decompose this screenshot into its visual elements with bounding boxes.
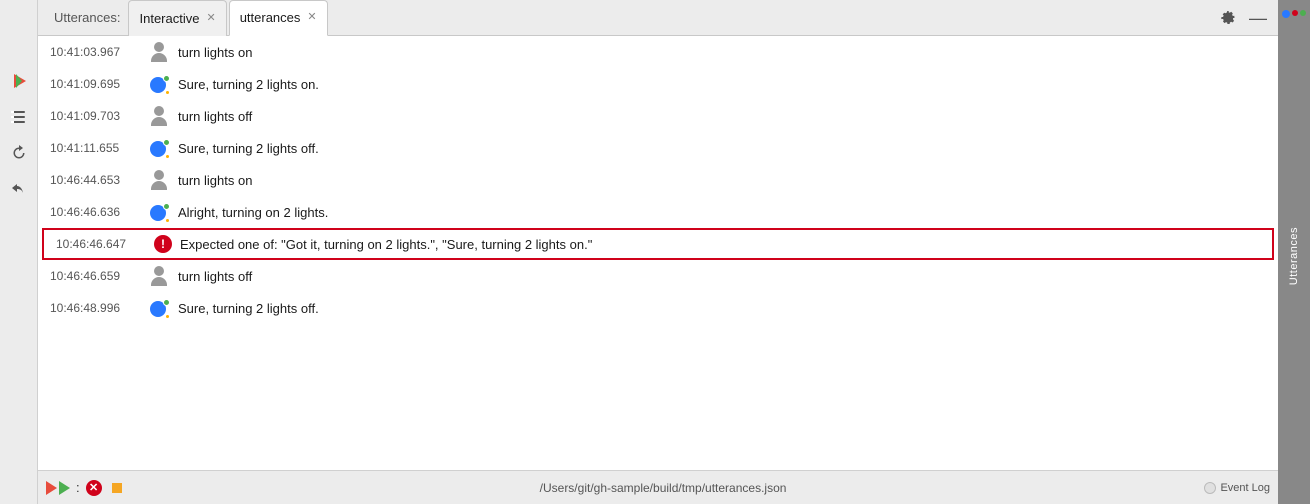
tab-utterances-label: utterances (240, 10, 301, 25)
timestamp: 10:41:09.703 (50, 109, 140, 123)
timestamp: 10:41:11.655 (50, 141, 140, 155)
tab-interactive-label: Interactive (139, 11, 199, 26)
event-log-icon (1204, 482, 1216, 494)
error-icon: ! (154, 235, 172, 253)
table-row: 10:41:03.967 turn lights on (38, 36, 1278, 68)
table-row: 10:46:44.653 turn lights on (38, 164, 1278, 196)
table-row: 10:41:11.655 Sure, turning 2 lights off. (38, 132, 1278, 164)
table-row: 10:41:09.695 Sure, turning 2 lights on. (38, 68, 1278, 100)
utterance-text: Sure, turning 2 lights off. (178, 301, 319, 316)
bot-avatar (148, 137, 170, 159)
utterance-text: turn lights off (178, 269, 252, 284)
utterance-text: turn lights off (178, 109, 252, 124)
error-text: Expected one of: "Got it, turning on 2 l… (180, 237, 592, 252)
error-row: 10:46:46.647 ! Expected one of: "Got it,… (42, 228, 1274, 260)
status-dot (112, 483, 122, 493)
timestamp: 10:46:46.636 (50, 205, 140, 219)
utterances-content: 10:41:03.967 turn lights on 10:41:09.695… (38, 36, 1278, 470)
left-sidebar (0, 0, 38, 504)
undo-icon[interactable] (8, 178, 30, 200)
error-status-icon: ✕ (86, 480, 102, 496)
dot-blue (1282, 10, 1290, 18)
list-icon[interactable] (8, 106, 30, 128)
timestamp: 10:46:48.996 (50, 301, 140, 315)
table-row: 10:41:09.703 turn lights off (38, 100, 1278, 132)
dot-green (1300, 10, 1306, 16)
utterance-text: Sure, turning 2 lights off. (178, 141, 319, 156)
event-log-label: Event Log (1220, 482, 1270, 494)
table-row: 10:46:48.996 Sure, turning 2 lights off. (38, 292, 1278, 324)
dot-red (1292, 10, 1298, 16)
right-sidebar[interactable]: Utterances (1278, 0, 1310, 504)
table-row: 10:46:46.659 turn lights off (38, 260, 1278, 292)
minimize-icon[interactable]: — (1246, 6, 1270, 30)
bot-avatar (148, 297, 170, 319)
utterance-text: Sure, turning 2 lights on. (178, 77, 319, 92)
right-sidebar-label: Utterances (1288, 227, 1300, 285)
bot-avatar (148, 201, 170, 223)
tab-bar: Utterances: Interactive ✕ utterances ✕ — (38, 0, 1278, 36)
refresh-icon[interactable] (8, 142, 30, 164)
play-icon[interactable] (8, 70, 30, 92)
utterance-text: Alright, turning on 2 lights. (178, 205, 328, 220)
timestamp: 10:46:44.653 (50, 173, 140, 187)
timestamp: 10:41:03.967 (50, 45, 140, 59)
tab-bar-label: Utterances: (46, 10, 128, 25)
status-file-path: /Users/git/gh-sample/build/tmp/utterance… (128, 481, 1199, 495)
tab-utterances[interactable]: utterances ✕ (229, 0, 328, 36)
user-avatar (148, 41, 170, 63)
timestamp: 10:46:46.659 (50, 269, 140, 283)
colon-separator: : (76, 480, 80, 495)
tab-interactive-close[interactable]: ✕ (206, 13, 215, 24)
utterance-text: turn lights on (178, 45, 252, 60)
tab-interactive[interactable]: Interactive ✕ (128, 0, 226, 36)
timestamp: 10:41:09.695 (50, 77, 140, 91)
status-bar: : ✕ /Users/git/gh-sample/build/tmp/utter… (38, 470, 1278, 504)
main-area: Utterances: Interactive ✕ utterances ✕ —… (38, 0, 1278, 504)
right-sidebar-dots (1282, 10, 1306, 18)
utterance-text: turn lights on (178, 173, 252, 188)
tab-bar-actions: — (1216, 6, 1278, 30)
table-row: 10:46:46.636 Alright, turning on 2 light… (38, 196, 1278, 228)
tab-utterances-close[interactable]: ✕ (307, 12, 316, 23)
user-avatar (148, 265, 170, 287)
play-stop-icon[interactable] (46, 481, 70, 495)
settings-icon[interactable] (1216, 6, 1240, 30)
timestamp: 10:46:46.647 (56, 237, 146, 251)
user-avatar (148, 105, 170, 127)
user-avatar (148, 169, 170, 191)
bot-avatar (148, 73, 170, 95)
event-log-area[interactable]: Event Log (1204, 482, 1270, 494)
